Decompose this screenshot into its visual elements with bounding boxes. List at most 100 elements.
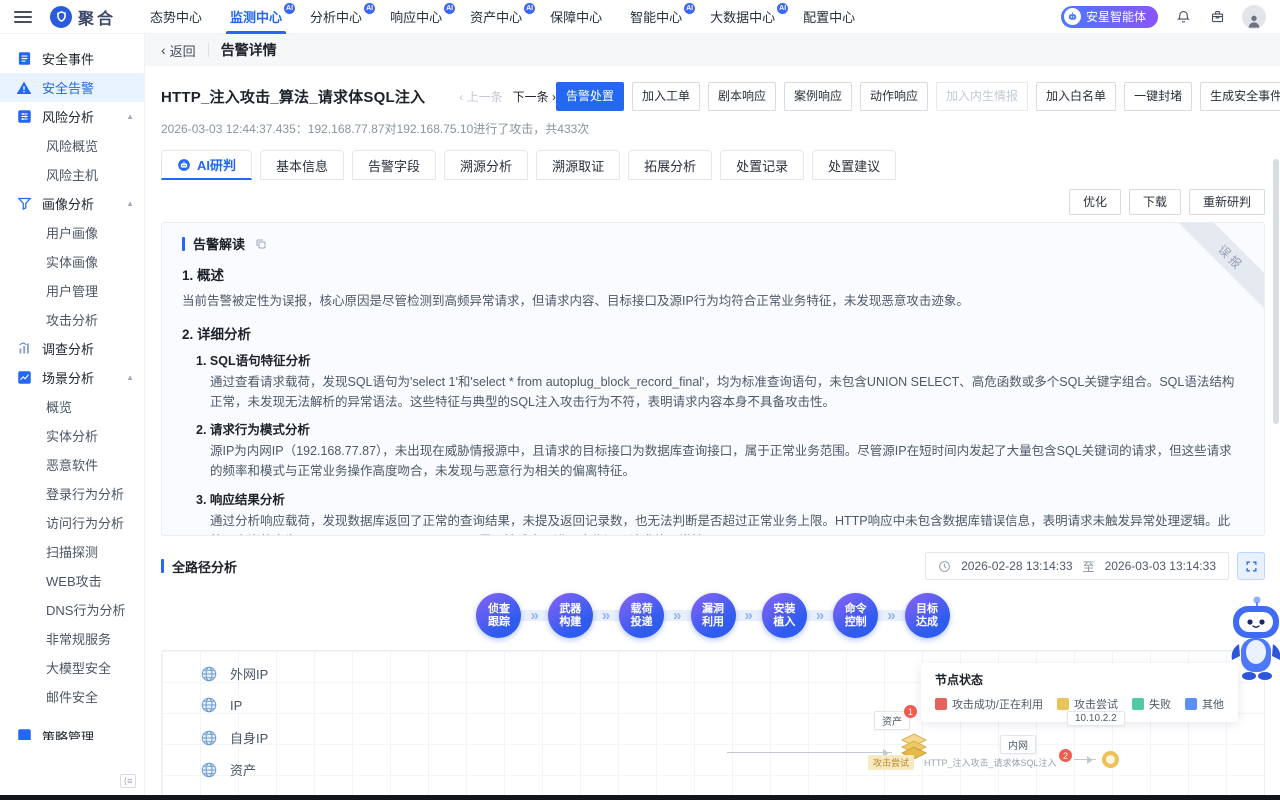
tab-disposal-advice[interactable]: 处置建议 bbox=[812, 150, 896, 180]
create-incident-button[interactable]: 生成安全事件 bbox=[1200, 82, 1280, 111]
target-node[interactable] bbox=[1102, 751, 1119, 768]
fullscreen-button[interactable] bbox=[1237, 552, 1265, 580]
sidebar-item-login-behavior[interactable]: 登录行为分析 bbox=[0, 479, 144, 508]
nav-config-center[interactable]: 配置中心 bbox=[803, 0, 855, 34]
kill-chain-objective[interactable]: 目标达成 bbox=[905, 593, 950, 638]
kill-chain-recon[interactable]: 侦查跟踪 bbox=[476, 593, 521, 638]
action-response-button[interactable]: 动作响应 bbox=[860, 82, 928, 111]
sidebar-item-scan-detection[interactable]: 扫描探测 bbox=[0, 537, 144, 566]
breadcrumb: ‹返回 告警详情 bbox=[145, 34, 1280, 66]
ai-robot-icon bbox=[177, 158, 191, 172]
sidebar: 安全事件 安全告警 风险分析▲ 风险概览 风险主机 画像分析▲ 用户画像 实体画… bbox=[0, 34, 145, 800]
add-whitelist-button[interactable]: 加入白名单 bbox=[1036, 82, 1116, 111]
case-response-button[interactable]: 案例响应 bbox=[784, 82, 852, 111]
count-badge: 2 bbox=[1059, 749, 1072, 762]
alert-triangle-icon bbox=[16, 80, 32, 96]
kill-chain-install[interactable]: 安装植入 bbox=[762, 593, 807, 638]
sidebar-item-access-behavior[interactable]: 访问行为分析 bbox=[0, 508, 144, 537]
optimize-button[interactable]: 优化 bbox=[1069, 189, 1121, 215]
interpretation-title: 告警解读 bbox=[193, 234, 245, 253]
nav-guarantee-center[interactable]: 保障中心 bbox=[550, 0, 602, 34]
detail-item: 3. 响应结果分析 通过分析响应载荷，发现数据库返回了正常的查询结果，未提及返回… bbox=[182, 489, 1242, 536]
alert-title: HTTP_注入攻击_算法_请求体SQL注入 bbox=[161, 86, 425, 107]
scrollbar-thumb[interactable] bbox=[1273, 159, 1279, 424]
tab-basic-info[interactable]: 基本信息 bbox=[260, 150, 344, 180]
tab-ai-judgment[interactable]: AI研判 bbox=[161, 150, 252, 180]
sidebar-item-attack-analysis[interactable]: 攻击分析 bbox=[0, 305, 144, 334]
sidebar-item-risk-hosts[interactable]: 风险主机 bbox=[0, 160, 144, 189]
lane-ip: IP bbox=[200, 696, 242, 714]
kill-chain-exploit[interactable]: 漏洞利用 bbox=[691, 593, 736, 638]
divider bbox=[208, 43, 209, 57]
hamburger-menu-icon[interactable] bbox=[14, 11, 32, 23]
nav-monitor-center[interactable]: 监测中心AI bbox=[230, 0, 282, 34]
sidebar-item-overview[interactable]: 概览 bbox=[0, 392, 144, 421]
ai-badge: AI bbox=[283, 2, 296, 15]
add-intel-button: 加入内生情报 bbox=[936, 82, 1028, 111]
app-box-icon[interactable] bbox=[1208, 8, 1226, 26]
sidebar-item-security-alerts[interactable]: 安全告警 bbox=[0, 73, 144, 102]
ai-agent-button[interactable]: 安星智能体 bbox=[1061, 6, 1158, 28]
nav-analysis-center[interactable]: 分析中心AI bbox=[310, 0, 362, 34]
tab-extended-analysis[interactable]: 拓展分析 bbox=[628, 150, 712, 180]
attack-path-graph[interactable]: 外网IP IP 自身IP 资产 节点状态 bbox=[161, 650, 1265, 800]
tab-alert-fields[interactable]: 告警字段 bbox=[352, 150, 436, 180]
detail-item: 2. 请求行为模式分析 源IP为内网IP（192.168.77.87），未出现在… bbox=[182, 419, 1242, 482]
detail-tabs: AI研判 基本信息 告警字段 溯源分析 溯源取证 拓展分析 处置记录 处置建议 bbox=[145, 150, 1280, 180]
download-button[interactable]: 下载 bbox=[1129, 189, 1181, 215]
user-avatar[interactable] bbox=[1242, 5, 1266, 29]
kill-chain-c2[interactable]: 命令控制 bbox=[833, 593, 878, 638]
kill-chain-weaponize[interactable]: 武器构建 bbox=[548, 593, 593, 638]
add-to-ticket-button[interactable]: 加入工单 bbox=[632, 82, 700, 111]
nav-bigdata-center[interactable]: 大数据中心AI bbox=[710, 0, 775, 34]
nav-situation-center[interactable]: 态势中心 bbox=[150, 0, 202, 34]
sidebar-item-risk-analysis[interactable]: 风险分析▲ bbox=[0, 102, 144, 131]
graph-edge-label: HTTP_注入攻击_请求体SQL注入 bbox=[924, 756, 1057, 769]
investigation-chart-icon bbox=[16, 341, 32, 357]
assistant-mascot[interactable] bbox=[1227, 592, 1280, 697]
playbook-response-button[interactable]: 剧本响应 bbox=[708, 82, 776, 111]
nav-intelligence-center[interactable]: 智能中心AI bbox=[630, 0, 682, 34]
date-range-picker[interactable]: 2026-02-28 13:14:33 至 2026-03-03 13:14:3… bbox=[925, 552, 1229, 580]
sidebar-item-scenario-analysis[interactable]: 场景分析▲ bbox=[0, 363, 144, 392]
sidebar-item-entity-analysis[interactable]: 实体分析 bbox=[0, 421, 144, 450]
sidebar-item-user-management[interactable]: 用户管理 bbox=[0, 276, 144, 305]
sidebar-item-web-attack[interactable]: WEB攻击 bbox=[0, 566, 144, 595]
notification-bell-icon[interactable] bbox=[1174, 8, 1192, 26]
tab-disposal-records[interactable]: 处置记录 bbox=[720, 150, 804, 180]
graph-node-tag[interactable]: 资产1 bbox=[874, 711, 910, 730]
kill-chain-delivery[interactable]: 载荷投递 bbox=[619, 593, 664, 638]
top-navbar: 聚合 态势中心 监测中心AI 分析中心AI 响应中心AI 资产中心AI 保障中心… bbox=[0, 0, 1280, 34]
nav-response-center[interactable]: 响应中心AI bbox=[390, 0, 442, 34]
tab-trace-analysis[interactable]: 溯源分析 bbox=[444, 150, 528, 180]
copy-icon[interactable] bbox=[255, 238, 267, 250]
sidebar-item-user-profile[interactable]: 用户画像 bbox=[0, 218, 144, 247]
sidebar-item-email-security[interactable]: 邮件安全 bbox=[0, 682, 144, 711]
sidebar-item-entity-profile[interactable]: 实体画像 bbox=[0, 247, 144, 276]
logo-shield-icon bbox=[50, 6, 72, 28]
sidebar-item-dns-behavior[interactable]: DNS行为分析 bbox=[0, 595, 144, 624]
globe-icon bbox=[200, 761, 218, 779]
chevrons-right-icon: » bbox=[816, 607, 824, 624]
sidebar-item-investigation[interactable]: 调查分析 bbox=[0, 334, 144, 363]
one-click-block-button[interactable]: 一键封堵 bbox=[1124, 82, 1192, 111]
sidebar-item-risk-overview[interactable]: 风险概览 bbox=[0, 131, 144, 160]
sidebar-item-partial[interactable]: 策略管理 bbox=[0, 727, 144, 740]
sidebar-item-unusual-service[interactable]: 非常规服务 bbox=[0, 624, 144, 653]
next-alert-button[interactable]: 下一条 › bbox=[513, 88, 556, 105]
sidebar-item-profile-analysis[interactable]: 画像分析▲ bbox=[0, 189, 144, 218]
prev-alert-button[interactable]: ‹ 上一条 bbox=[459, 88, 502, 105]
nav-asset-center[interactable]: 资产中心AI bbox=[470, 0, 522, 34]
chevrons-right-icon: » bbox=[887, 607, 895, 624]
lane-self-ip: 自身IP bbox=[200, 728, 268, 747]
kill-chain: 侦查跟踪 » 武器构建 » 载荷投递 » 漏洞利用 » 安装植入 » 命令控制 … bbox=[476, 593, 949, 638]
graph-node-tag[interactable]: 10.10.2.2 bbox=[1067, 711, 1125, 726]
rejudge-button[interactable]: 重新研判 bbox=[1189, 189, 1265, 215]
sidebar-item-security-events[interactable]: 安全事件 bbox=[0, 44, 144, 73]
handle-alert-button[interactable]: 告警处置 bbox=[556, 82, 624, 111]
sidebar-collapse-button[interactable]: ⟨≡ bbox=[120, 774, 136, 788]
sidebar-item-malware[interactable]: 恶意软件 bbox=[0, 450, 144, 479]
tab-trace-forensics[interactable]: 溯源取证 bbox=[536, 150, 620, 180]
back-button[interactable]: ‹返回 bbox=[161, 41, 196, 60]
sidebar-item-llm-security[interactable]: 大模型安全 bbox=[0, 653, 144, 682]
